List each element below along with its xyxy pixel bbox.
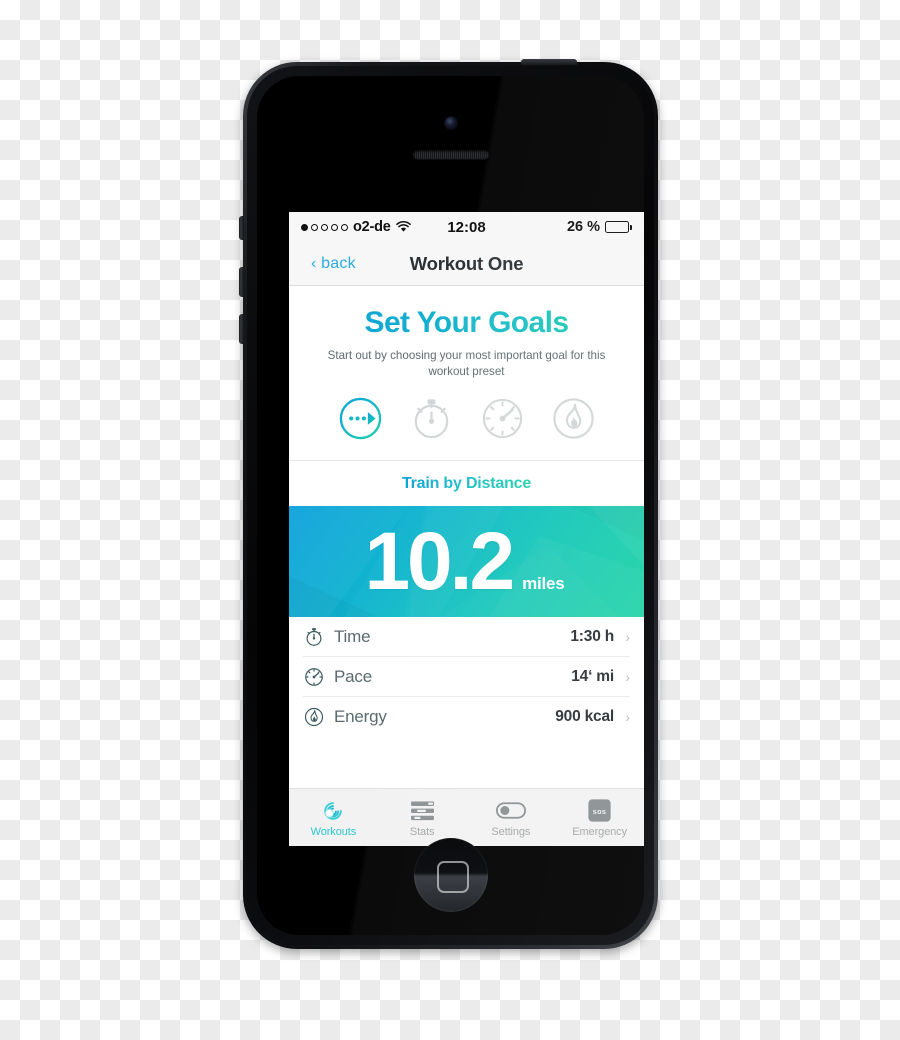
tab-label: Emergency: [572, 826, 627, 838]
distance-icon: [339, 398, 381, 440]
hero-unit: miles: [522, 573, 565, 593]
row-value: 900 kcal: [555, 707, 614, 725]
tab-label: Stats: [409, 826, 435, 838]
workouts-spiral-icon: [320, 797, 346, 824]
earpiece-speaker-icon: [412, 150, 489, 159]
row-value: 1:30 h: [570, 627, 614, 645]
home-square-icon: [436, 861, 469, 893]
status-bar: o2-de 12:08 26 %: [289, 212, 644, 242]
stopwatch-icon: [414, 399, 448, 439]
row-label: Pace: [334, 666, 372, 686]
nav-bar: ‹ back Workout One: [289, 242, 644, 286]
goals-heading: Set Your Goals: [289, 306, 644, 340]
stopwatch-icon: [303, 626, 325, 648]
tab-workouts[interactable]: Workouts: [289, 789, 378, 846]
tab-bar: Workouts Stats Settings sos Emergency: [289, 788, 644, 846]
toggle-switch-icon: [495, 797, 526, 824]
status-bar-left: o2-de: [301, 219, 447, 235]
speedometer-icon: [303, 666, 325, 688]
wifi-icon: [395, 221, 411, 233]
power-button[interactable]: [521, 59, 577, 65]
chevron-right-icon: ›: [625, 628, 630, 645]
train-by-label: Train by Distance: [401, 475, 532, 493]
home-button[interactable]: [413, 838, 488, 912]
app-screen: o2-de 12:08 26 % ‹ back Workout One Set …: [289, 212, 644, 846]
hero-value-banner[interactable]: 10.2 miles: [289, 506, 644, 618]
goal-options: [289, 379, 644, 460]
tab-label: Settings: [491, 826, 531, 838]
hero-content: 10.2 miles: [364, 515, 565, 607]
mute-switch[interactable]: [239, 216, 244, 240]
goal-option-distance[interactable]: [337, 395, 384, 442]
flame-icon: [303, 706, 325, 728]
row-label: Time: [334, 626, 371, 646]
tab-settings[interactable]: Settings: [467, 789, 556, 846]
phone-bezel: o2-de 12:08 26 % ‹ back Workout One Set …: [247, 66, 654, 945]
volume-up-button[interactable]: [239, 267, 244, 297]
battery-percent-label: 26 %: [566, 219, 600, 235]
sos-icon: sos: [588, 797, 611, 824]
row-label: Energy: [334, 706, 387, 726]
status-bar-right: 26 %: [486, 219, 632, 235]
front-camera-icon: [444, 117, 457, 129]
goals-section: Set Your Goals Start out by choosing you…: [289, 286, 644, 462]
carrier-label: o2-de: [353, 219, 391, 235]
back-button[interactable]: ‹ back: [311, 255, 356, 273]
flame-icon: [552, 398, 594, 439]
row-value: 14‘ mi: [571, 667, 614, 685]
detail-rows: Time 1:30 h › Pace 14‘ mi › Energy 900 k…: [289, 617, 644, 737]
volume-down-button[interactable]: [239, 314, 244, 344]
goal-option-time[interactable]: [408, 395, 455, 442]
signal-strength-icon: [301, 223, 348, 231]
chevron-right-icon: ›: [625, 668, 630, 685]
tab-emergency[interactable]: sos Emergency: [555, 789, 644, 846]
train-by-label-row: Train by Distance: [289, 461, 644, 507]
battery-icon: [605, 221, 632, 233]
tab-label: Workouts: [310, 826, 357, 838]
phone-glass: o2-de 12:08 26 % ‹ back Workout One Set …: [257, 76, 644, 935]
speedometer-icon: [482, 399, 522, 439]
table-row[interactable]: Time 1:30 h ›: [303, 617, 630, 658]
table-row[interactable]: Pace 14‘ mi ›: [303, 657, 630, 698]
clock-label: 12:08: [447, 218, 486, 236]
goal-option-pace[interactable]: [479, 395, 526, 442]
goal-option-energy[interactable]: [550, 395, 597, 442]
hero-value: 10.2: [364, 515, 515, 607]
goals-subtitle: Start out by choosing your most importan…: [327, 349, 606, 378]
phone-device: o2-de 12:08 26 % ‹ back Workout One Set …: [239, 59, 658, 949]
svg-text:sos: sos: [593, 807, 606, 816]
chevron-right-icon: ›: [625, 708, 630, 725]
stats-bars-icon: [409, 797, 436, 824]
table-row[interactable]: Energy 900 kcal ›: [303, 697, 630, 736]
